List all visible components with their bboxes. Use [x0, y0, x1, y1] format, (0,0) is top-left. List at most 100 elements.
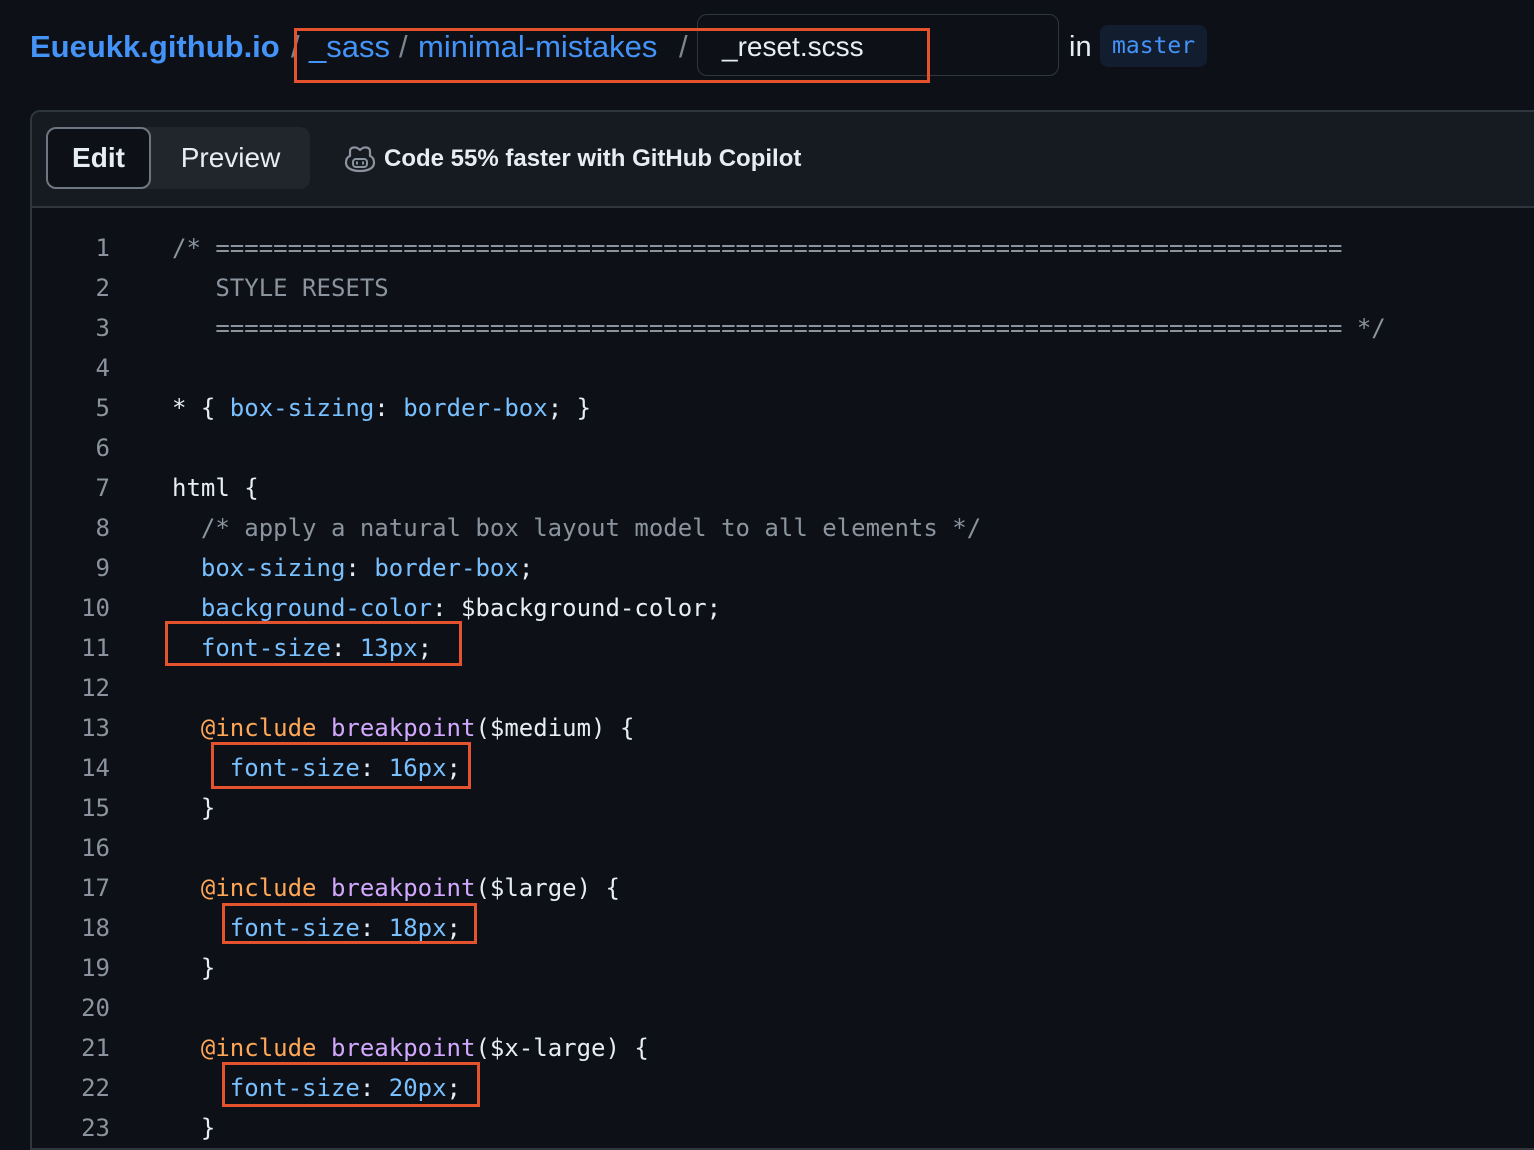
filename-value[interactable]: _reset.scss: [722, 30, 864, 64]
code-text: }: [172, 954, 216, 982]
branch-badge[interactable]: master: [1100, 25, 1208, 67]
code-function: breakpoint: [330, 1034, 476, 1062]
code-line[interactable]: 4: [32, 348, 1534, 388]
code-text: ; }: [547, 394, 592, 422]
code-line[interactable]: 21 @include breakpoint($x-large) {: [32, 1028, 1534, 1068]
code-line[interactable]: 7 html {: [32, 468, 1534, 508]
breadcrumb-repo-link[interactable]: Eueukk.github.io: [30, 28, 280, 66]
code-content[interactable]: @include breakpoint($medium) {: [172, 708, 635, 748]
in-label: in: [1069, 31, 1092, 63]
code-content[interactable]: /* =====================================…: [172, 228, 1342, 268]
code-content[interactable]: }: [172, 1108, 215, 1148]
code-content[interactable]: @include breakpoint($large) {: [172, 868, 620, 908]
code-line[interactable]: 1 /* ====================================…: [32, 228, 1534, 268]
code-line[interactable]: 11 font-size: 13px;: [32, 628, 1534, 668]
code-line[interactable]: 22 font-size: 20px;: [32, 1068, 1534, 1108]
tab-edit[interactable]: Edit: [46, 127, 151, 189]
copilot-promo[interactable]: Code 55% faster with GitHub Copilot: [344, 142, 801, 176]
editor-toolbar: Edit Preview Code 55% faster with GitHub…: [32, 112, 1534, 208]
code-content[interactable]: STYLE RESETS: [172, 268, 389, 308]
code-line[interactable]: 3 ======================================…: [32, 308, 1534, 348]
tab-preview[interactable]: Preview: [151, 127, 310, 189]
code-line[interactable]: 23 }: [32, 1108, 1534, 1148]
line-number: 15: [81, 794, 110, 822]
code-content[interactable]: /* apply a natural box layout model to a…: [172, 508, 981, 548]
code-line[interactable]: 17 @include breakpoint($large) {: [32, 868, 1534, 908]
code-line[interactable]: 13 @include breakpoint($medium) {: [32, 708, 1534, 748]
line-number: 23: [81, 1114, 110, 1142]
code-line[interactable]: 8 /* apply a natural box layout model to…: [32, 508, 1534, 548]
code-content[interactable]: font-size: 16px;: [172, 748, 461, 788]
code-property: 20px: [388, 1074, 447, 1102]
line-number: 21: [81, 1034, 110, 1062]
code-line[interactable]: 14 font-size: 16px;: [32, 748, 1534, 788]
code-area[interactable]: 1 /* ====================================…: [32, 208, 1534, 1148]
code-line[interactable]: 19 }: [32, 948, 1534, 988]
code-property: background-color: [200, 594, 433, 622]
line-number: 2: [95, 274, 110, 302]
code-text: ($x-large) {: [475, 1034, 649, 1062]
code-content[interactable]: html {: [172, 468, 259, 508]
code-function: breakpoint: [330, 714, 476, 742]
code-content[interactable]: }: [172, 788, 215, 828]
code-line[interactable]: 15 }: [32, 788, 1534, 828]
code-text: html {: [172, 474, 259, 502]
code-line[interactable]: 2 STYLE RESETS: [32, 268, 1534, 308]
code-line[interactable]: 5 * { box-sizing: border-box; }: [32, 388, 1534, 428]
code-line[interactable]: 9 box-sizing: border-box;: [32, 548, 1534, 588]
line-number: 19: [81, 954, 110, 982]
code-text: :: [359, 1074, 389, 1102]
line-number: 6: [95, 434, 110, 462]
line-number: 7: [95, 474, 110, 502]
code-text: ($medium) {: [475, 714, 635, 742]
code-content[interactable]: ========================================…: [172, 308, 1386, 348]
code-text: ($large) {: [475, 874, 620, 902]
code-text: :: [330, 634, 360, 662]
code-content[interactable]: font-size: 20px;: [172, 1068, 461, 1108]
code-keyword: @include: [200, 1034, 317, 1062]
line-number: 14: [81, 754, 110, 782]
code-content[interactable]: background-color: $background-color;: [172, 588, 721, 628]
code-text: ;: [446, 1074, 461, 1102]
code-line[interactable]: 6: [32, 428, 1534, 468]
code-content[interactable]: font-size: 18px;: [172, 908, 461, 948]
code-line[interactable]: 18 font-size: 18px;: [32, 908, 1534, 948]
line-number: 5: [95, 394, 110, 422]
code-content[interactable]: * { box-sizing: border-box; }: [172, 388, 591, 428]
code-text: : $background-color;: [432, 594, 722, 622]
code-content[interactable]: box-sizing: border-box;: [172, 548, 533, 588]
code-line[interactable]: 20: [32, 988, 1534, 1028]
breadcrumb-separator: /: [399, 29, 408, 64]
line-number: 17: [81, 874, 110, 902]
code-content[interactable]: }: [172, 948, 215, 988]
code-property: 16px: [388, 754, 447, 782]
line-number: 3: [95, 314, 110, 342]
code-comment: ========================================…: [172, 314, 1386, 342]
code-comment: STYLE RESETS: [172, 274, 389, 302]
breadcrumb-folder-sass[interactable]: _sass: [309, 28, 390, 66]
code-line[interactable]: 12: [32, 668, 1534, 708]
code-property: font-size: [229, 1074, 360, 1102]
code-text: ;: [446, 754, 461, 782]
code-comment: /* =====================================…: [172, 234, 1343, 262]
breadcrumb-separator: /: [679, 29, 688, 64]
code-content[interactable]: font-size: 13px;: [172, 628, 432, 668]
code-text: * {: [172, 394, 230, 422]
breadcrumb-separator: /: [291, 29, 300, 64]
code-content[interactable]: @include breakpoint($x-large) {: [172, 1028, 649, 1068]
file-path-header: Eueukk.github.io / _sass / minimal-mista…: [0, 0, 1534, 100]
line-number: 8: [95, 514, 110, 542]
line-number: 9: [95, 554, 110, 582]
code-text: :: [374, 394, 404, 422]
breadcrumb-folder-minimal-mistakes[interactable]: minimal-mistakes: [418, 28, 657, 66]
code-line[interactable]: 10 background-color: $background-color;: [32, 588, 1534, 628]
code-line[interactable]: 16: [32, 828, 1534, 868]
